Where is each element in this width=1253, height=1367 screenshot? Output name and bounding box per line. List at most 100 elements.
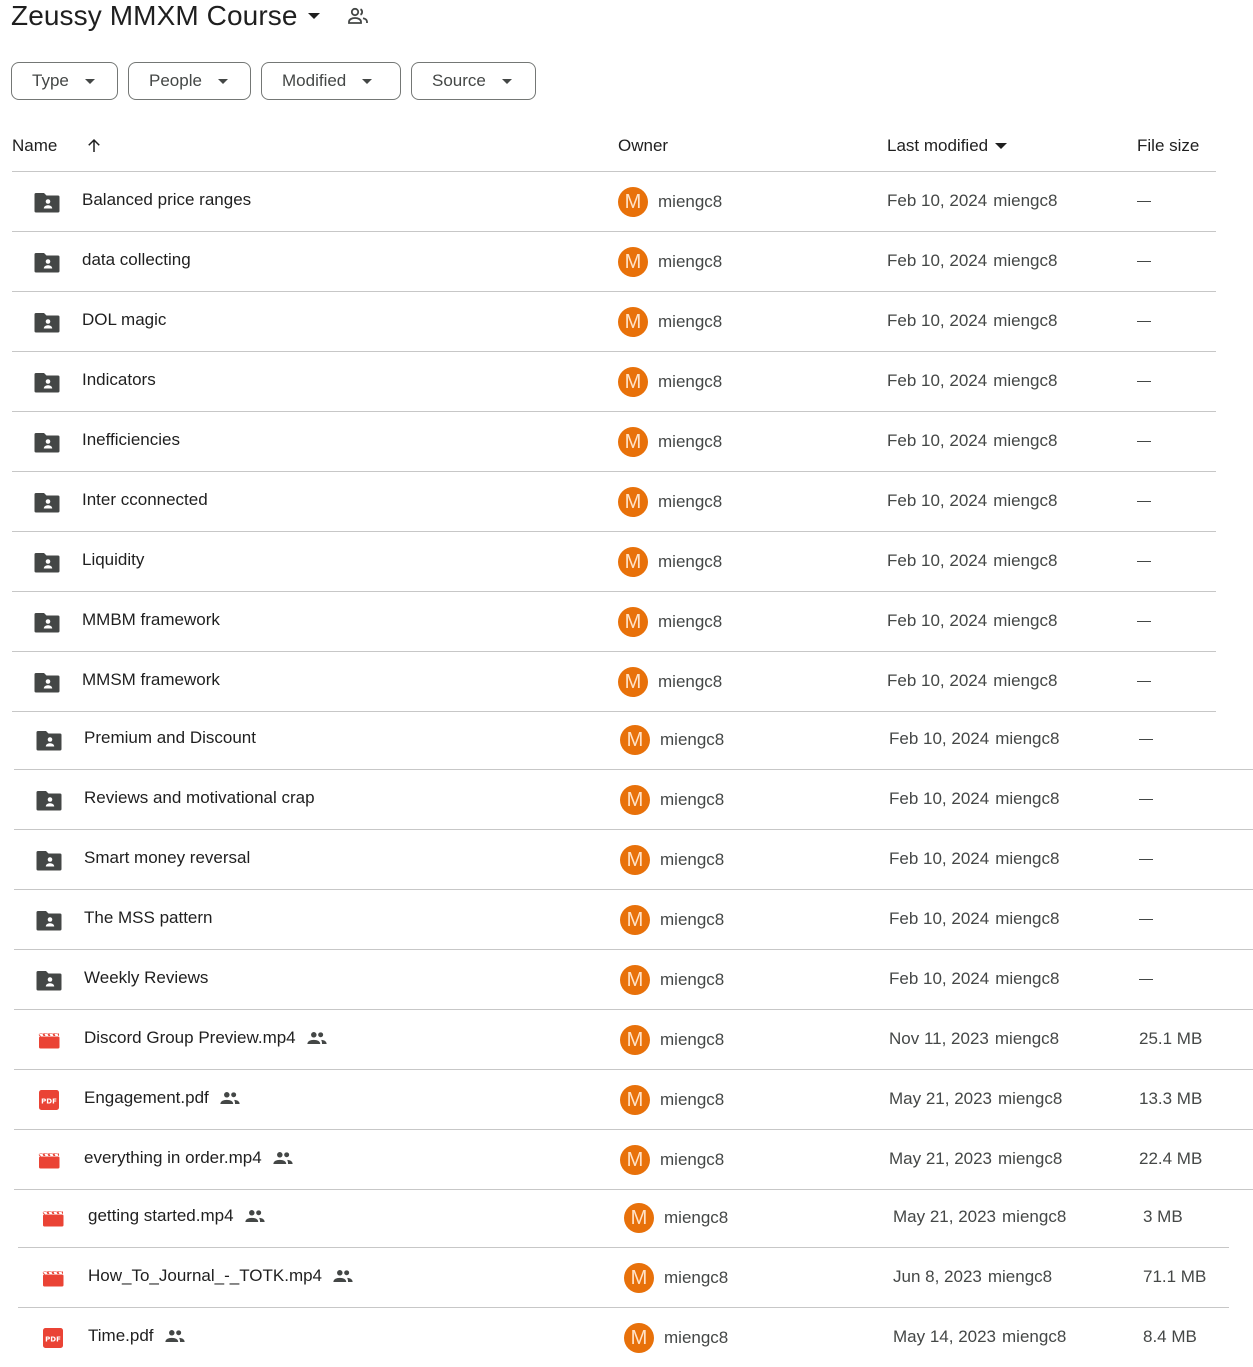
avatar[interactable]: M	[624, 1323, 654, 1353]
modified-date: Feb 10, 2024	[889, 909, 990, 928]
manage-people-icon[interactable]	[346, 4, 370, 28]
modified-date: Feb 10, 2024	[887, 311, 988, 330]
filter-modified-chip[interactable]: Modified	[261, 62, 401, 100]
avatar[interactable]: M	[618, 547, 648, 577]
table-row[interactable]: PDF Engagement.pdf M miengc8 May 21, 202…	[14, 1070, 1253, 1130]
file-name: MMSM framework	[82, 670, 220, 689]
modified-by: miengc8	[993, 551, 1058, 570]
table-row[interactable]: How_To_Journal_-_TOTK.mp4 M miengc8 Jun …	[18, 1248, 1229, 1308]
column-header-owner[interactable]: Owner	[618, 136, 668, 156]
file-name-cell: DOL magic	[82, 310, 166, 330]
filter-people-chip[interactable]: People	[128, 62, 251, 100]
avatar[interactable]: M	[618, 367, 648, 397]
shared-folder-icon	[34, 491, 60, 513]
shared-folder-icon	[34, 431, 60, 453]
table-row[interactable]: Smart money reversal M miengc8 Feb 10, 2…	[14, 830, 1253, 890]
avatar[interactable]: M	[618, 667, 648, 697]
arrow-upward-icon[interactable]	[85, 137, 103, 155]
filter-type-chip[interactable]: Type	[11, 62, 118, 100]
file-name-cell: Reviews and motivational crap	[84, 788, 315, 808]
file-name: Inter cconnected	[82, 490, 208, 509]
shared-folder-icon	[34, 311, 60, 333]
modified-by: miengc8	[995, 729, 1060, 748]
avatar[interactable]: M	[620, 1145, 650, 1175]
file-size: 13.3 MB	[1139, 1089, 1203, 1108]
table-row[interactable]: Indicators M miengc8 Feb 10, 2024 miengc8	[12, 352, 1216, 412]
column-header-file-size[interactable]: File size	[1137, 136, 1199, 156]
modified-by: miengc8	[993, 311, 1058, 330]
file-name: Smart money reversal	[84, 848, 251, 867]
modified-by: miengc8	[998, 1089, 1063, 1108]
last-modified-cell: May 14, 2023 miengc8	[893, 1327, 1066, 1347]
arrow-drop-down-icon[interactable]	[307, 13, 320, 19]
avatar[interactable]: M	[624, 1203, 654, 1233]
table-row[interactable]: Balanced price ranges M miengc8 Feb 10, …	[12, 172, 1216, 232]
table-row[interactable]: Liquidity M miengc8 Feb 10, 2024 miengc8	[12, 532, 1216, 592]
table-row[interactable]: everything in order.mp4 M miengc8 May 21…	[14, 1130, 1253, 1190]
column-header-name[interactable]: Name	[12, 136, 103, 156]
arrow-drop-down-icon	[84, 78, 95, 84]
table-row[interactable]: Inefficiencies M miengc8 Feb 10, 2024 mie…	[12, 412, 1216, 472]
owner-cell: M miengc8	[618, 307, 722, 337]
avatar[interactable]: M	[620, 1025, 650, 1055]
avatar[interactable]: M	[618, 247, 648, 277]
modified-by: miengc8	[993, 611, 1058, 630]
modified-date: Feb 10, 2024	[889, 789, 990, 808]
avatar[interactable]: M	[620, 845, 650, 875]
file-name-cell: Engagement.pdf	[84, 1088, 241, 1108]
table-row[interactable]: Inter cconnected M miengc8 Feb 10, 2024 m…	[12, 472, 1216, 532]
file-size-cell	[1137, 611, 1151, 631]
file-name-cell: How_To_Journal_-_TOTK.mp4	[88, 1266, 354, 1286]
table-row[interactable]: PDF Time.pdf M miengc8 May 14, 2023 mieng…	[18, 1308, 1229, 1367]
table-row[interactable]: Reviews and motivational crap M miengc8 …	[14, 770, 1253, 830]
avatar[interactable]: M	[620, 905, 650, 935]
avatar[interactable]: M	[620, 785, 650, 815]
filter-source-chip[interactable]: Source	[411, 62, 536, 100]
file-name-cell: getting started.mp4	[88, 1206, 266, 1226]
avatar[interactable]: M	[618, 607, 648, 637]
file-size-cell	[1137, 491, 1151, 511]
shared-folder-icon	[36, 789, 62, 811]
modified-date: Feb 10, 2024	[887, 191, 988, 210]
modified-by: miengc8	[995, 909, 1060, 928]
table-row[interactable]: The MSS pattern M miengc8 Feb 10, 2024 mi…	[14, 890, 1253, 950]
shared-folder-icon	[36, 969, 62, 991]
owner-cell: M miengc8	[618, 487, 722, 517]
empty-size-dash	[1137, 621, 1151, 623]
modified-by: miengc8	[995, 969, 1060, 988]
table-row[interactable]: data collecting M miengc8 Feb 10, 2024 mi…	[12, 232, 1216, 292]
owner-cell: M miengc8	[618, 187, 722, 217]
empty-size-dash	[1139, 979, 1153, 981]
avatar[interactable]: M	[620, 725, 650, 755]
file-name-cell: Discord Group Preview.mp4	[84, 1028, 328, 1048]
avatar[interactable]: M	[624, 1263, 654, 1293]
shared-folder-icon	[34, 611, 60, 633]
table-row[interactable]: Discord Group Preview.mp4 M miengc8 Nov …	[14, 1010, 1253, 1070]
file-size-cell: 25.1 MB	[1139, 1029, 1202, 1049]
table-row[interactable]: Weekly Reviews M miengc8 Feb 10, 2024 mie…	[14, 950, 1253, 1010]
avatar[interactable]: M	[618, 487, 648, 517]
owner-cell: M miengc8	[618, 427, 722, 457]
owner-name: miengc8	[660, 790, 725, 809]
avatar[interactable]: M	[618, 187, 648, 217]
table-row[interactable]: MMSM framework M miengc8 Feb 10, 2024 mie…	[12, 652, 1216, 712]
avatar[interactable]: M	[618, 307, 648, 337]
table-row[interactable]: MMBM framework M miengc8 Feb 10, 2024 mie…	[12, 592, 1216, 652]
folder-title[interactable]: Zeussy MMXM Course	[11, 0, 298, 32]
shared-folder-icon	[36, 729, 62, 751]
column-name-label: Name	[12, 136, 58, 155]
table-row[interactable]: Premium and Discount M miengc8 Feb 10, 2…	[14, 710, 1253, 770]
file-name: Reviews and motivational crap	[84, 788, 315, 807]
file-size-cell	[1137, 251, 1151, 271]
avatar[interactable]: M	[620, 1085, 650, 1115]
owner-name: miengc8	[660, 970, 725, 989]
table-row[interactable]: DOL magic M miengc8 Feb 10, 2024 miengc8	[12, 292, 1216, 352]
owner-name: miengc8	[658, 312, 723, 331]
column-header-last-modified[interactable]: Last modified	[887, 136, 1008, 156]
table-row[interactable]: getting started.mp4 M miengc8 May 21, 20…	[18, 1188, 1229, 1248]
avatar[interactable]: M	[620, 965, 650, 995]
file-name: Indicators	[82, 370, 156, 389]
arrow-drop-down-icon	[217, 78, 228, 84]
modified-date: Feb 10, 2024	[887, 671, 988, 690]
avatar[interactable]: M	[618, 427, 648, 457]
